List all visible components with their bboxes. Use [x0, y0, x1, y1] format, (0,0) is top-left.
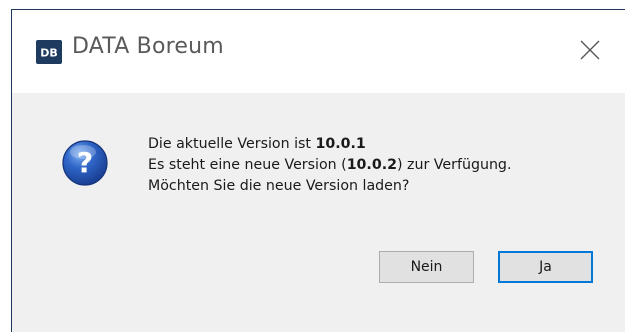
message-line-2-suffix: ) zur Verfügung.	[396, 157, 512, 173]
title-bar[interactable]: DB DATA Boreum	[12, 10, 625, 93]
message-line-3: Möchten Sie die neue Version laden?	[148, 178, 410, 194]
app-logo-label: DB	[40, 47, 58, 60]
question-mark-glyph: ?	[77, 146, 93, 179]
message-line-2-prefix: Es steht eine neue Version (	[148, 157, 347, 173]
app-logo-icon: DB	[36, 40, 62, 64]
current-version: 10.0.1	[315, 136, 366, 152]
message-dialog: DB DATA Boreum ? Die aktuelle Version is…	[11, 9, 625, 332]
question-icon: ?	[62, 140, 108, 186]
message-line-1-text: Die aktuelle Version ist	[148, 136, 316, 152]
message-text: Die aktuelle Version ist 10.0.1 Es steht…	[148, 134, 511, 197]
no-button[interactable]: Nein	[379, 251, 474, 283]
close-button[interactable]	[567, 30, 613, 70]
new-version: 10.0.2	[346, 157, 397, 173]
message-line-1: Die aktuelle Version ist 10.0.1	[148, 134, 511, 155]
window-title: DATA Boreum	[72, 34, 224, 59]
yes-button[interactable]: Ja	[498, 251, 593, 283]
close-icon	[580, 40, 600, 60]
message-line-2: Es steht eine neue Version (10.0.2) zur …	[148, 155, 511, 176]
app-logo-text: DB	[40, 47, 58, 60]
